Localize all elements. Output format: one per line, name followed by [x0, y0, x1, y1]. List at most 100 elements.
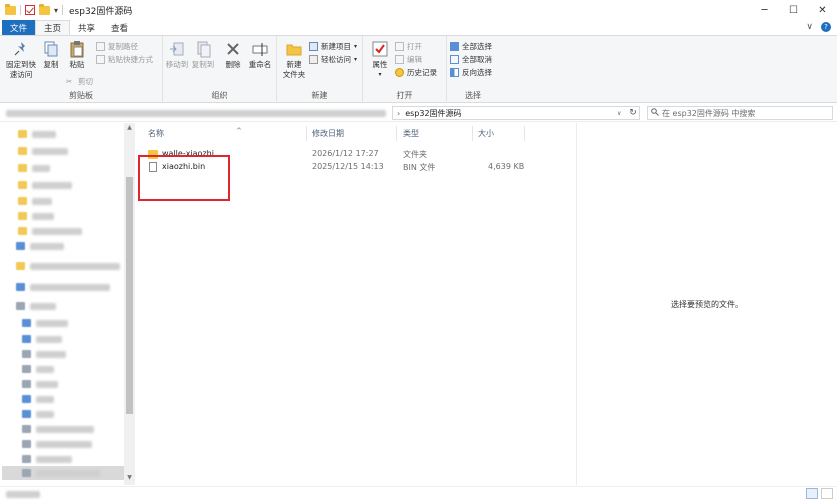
cut-label: 剪切	[78, 77, 93, 86]
sort-ascending-icon: ^	[236, 127, 242, 135]
window-title: esp32固件源码	[69, 6, 133, 17]
nav-item[interactable]	[18, 129, 56, 139]
nav-item[interactable]	[18, 226, 82, 236]
select-none-icon	[450, 55, 459, 64]
open-button[interactable]: 打开	[395, 41, 422, 52]
drive-icon	[22, 425, 31, 433]
open-label: 打开	[407, 42, 422, 51]
nav-item[interactable]	[18, 196, 52, 206]
edit-button[interactable]: 编辑	[395, 54, 422, 65]
nav-item[interactable]	[22, 439, 92, 449]
nav-item[interactable]	[22, 379, 58, 389]
new-folder-button[interactable]: 新建 文件夹	[281, 40, 307, 80]
search-icon	[648, 108, 662, 118]
column-header-size[interactable]: 大小	[478, 128, 494, 140]
nav-item[interactable]	[18, 180, 72, 190]
blurred-label	[36, 365, 54, 373]
nav-item[interactable]	[18, 163, 50, 173]
easy-access-button[interactable]: 轻松访问 ▾	[309, 54, 357, 65]
customize-quick-access-button[interactable]: ▾	[54, 6, 58, 15]
select-none-button[interactable]: 全部取消	[450, 54, 492, 65]
nav-item[interactable]	[22, 394, 54, 404]
quick-access-toolbar: ▾	[0, 3, 64, 15]
details-view-button[interactable]	[806, 488, 818, 499]
address-bar[interactable]: › esp32固件源码 ∨ ↻	[392, 106, 640, 120]
expand-ribbon-button[interactable]: ∨	[806, 22, 813, 32]
nav-item[interactable]	[22, 364, 54, 374]
move-to-label: 移动到	[165, 60, 189, 69]
nav-item[interactable]	[22, 318, 68, 328]
nav-item[interactable]	[22, 334, 62, 344]
column-header-type[interactable]: 类型	[403, 128, 419, 140]
nav-item[interactable]	[16, 241, 64, 251]
select-all-button[interactable]: 全部选择	[450, 41, 492, 52]
file-type: 文件夹	[403, 150, 427, 159]
history-button[interactable]: 历史记录	[395, 67, 437, 78]
scroll-up-button[interactable]: ▲	[124, 124, 135, 134]
scroll-thumb[interactable]	[126, 177, 133, 414]
nav-item[interactable]	[16, 301, 56, 311]
nav-item[interactable]	[16, 282, 110, 292]
tab-view[interactable]: 查看	[103, 20, 136, 35]
copy-to-button[interactable]: 复制到	[191, 40, 215, 70]
tab-share[interactable]: 共享	[70, 20, 103, 35]
tab-home[interactable]: 主页	[35, 20, 71, 35]
folder-icon	[22, 319, 31, 327]
new-item-button[interactable]: 新建项目 ▾	[309, 41, 357, 52]
column-header-name[interactable]: 名称 ^	[148, 127, 242, 140]
nav-item[interactable]	[22, 454, 72, 464]
nav-item[interactable]	[22, 349, 66, 359]
invert-selection-button[interactable]: 反向选择	[450, 67, 492, 78]
address-history-dropdown[interactable]: ∨	[617, 110, 627, 117]
folder-icon	[5, 3, 16, 15]
folder-icon	[22, 410, 31, 418]
copy-button[interactable]: 复制	[40, 40, 62, 70]
close-button[interactable]: ✕	[808, 0, 837, 20]
folder-icon	[18, 164, 27, 172]
column-divider[interactable]	[396, 126, 397, 141]
paste-button[interactable]: 粘贴	[66, 40, 88, 70]
refresh-button[interactable]: ↻	[627, 108, 639, 118]
move-to-button[interactable]: 移动到	[165, 40, 189, 70]
nav-item[interactable]	[22, 468, 100, 478]
properties-button[interactable]: 属性 ▾	[369, 40, 391, 80]
properties-quick-icon[interactable]	[25, 5, 35, 15]
window-controls: ─ ☐ ✕	[750, 0, 837, 20]
column-divider[interactable]	[472, 126, 473, 141]
column-header-modified[interactable]: 修改日期	[312, 128, 344, 140]
help-button[interactable]: ?	[821, 22, 831, 32]
nav-item[interactable]	[22, 409, 54, 419]
group-organize: 移动到 复制到 删除 重命名 组织	[163, 36, 277, 103]
nav-item[interactable]	[22, 424, 94, 434]
new-folder-quick-icon[interactable]	[39, 3, 50, 15]
copy-label: 复制	[43, 60, 59, 69]
cut-button[interactable]: ✂ 剪切	[66, 76, 93, 87]
paste-shortcut-button[interactable]: 粘贴快捷方式	[96, 54, 153, 65]
search-input[interactable]: 在 esp32固件源码 中搜索	[647, 106, 833, 120]
blurred-label	[36, 469, 100, 477]
column-divider[interactable]	[306, 126, 307, 141]
rename-button[interactable]: 重命名	[247, 40, 273, 70]
scroll-down-button[interactable]: ▼	[124, 474, 135, 484]
large-icons-view-button[interactable]	[821, 488, 833, 499]
invert-selection-label: 反向选择	[462, 68, 492, 77]
folder-icon	[22, 395, 31, 403]
breadcrumb-current[interactable]: esp32固件源码	[405, 108, 617, 119]
navigation-pane[interactable]: ▲ ▼	[0, 123, 135, 485]
nav-item[interactable]	[16, 261, 120, 271]
delete-button[interactable]: 删除	[223, 40, 243, 70]
column-divider[interactable]	[524, 126, 525, 141]
pin-quick-access-button[interactable]: 固定到快 速访问	[4, 40, 38, 80]
preview-empty-text: 选择要预览的文件。	[671, 300, 743, 309]
nav-item[interactable]	[18, 146, 68, 156]
maximize-button[interactable]: ☐	[779, 0, 808, 20]
nav-scrollbar[interactable]: ▲ ▼	[124, 123, 135, 485]
properties-check-icon	[371, 40, 389, 58]
nav-item[interactable]	[18, 211, 54, 221]
tab-file[interactable]: 文件	[2, 20, 36, 35]
minimize-button[interactable]: ─	[750, 0, 779, 20]
copy-path-button[interactable]: 复制路径	[96, 41, 138, 52]
blurred-label	[36, 395, 54, 403]
breadcrumb-chevron-icon[interactable]: ›	[397, 109, 400, 118]
paste-icon	[68, 40, 86, 58]
